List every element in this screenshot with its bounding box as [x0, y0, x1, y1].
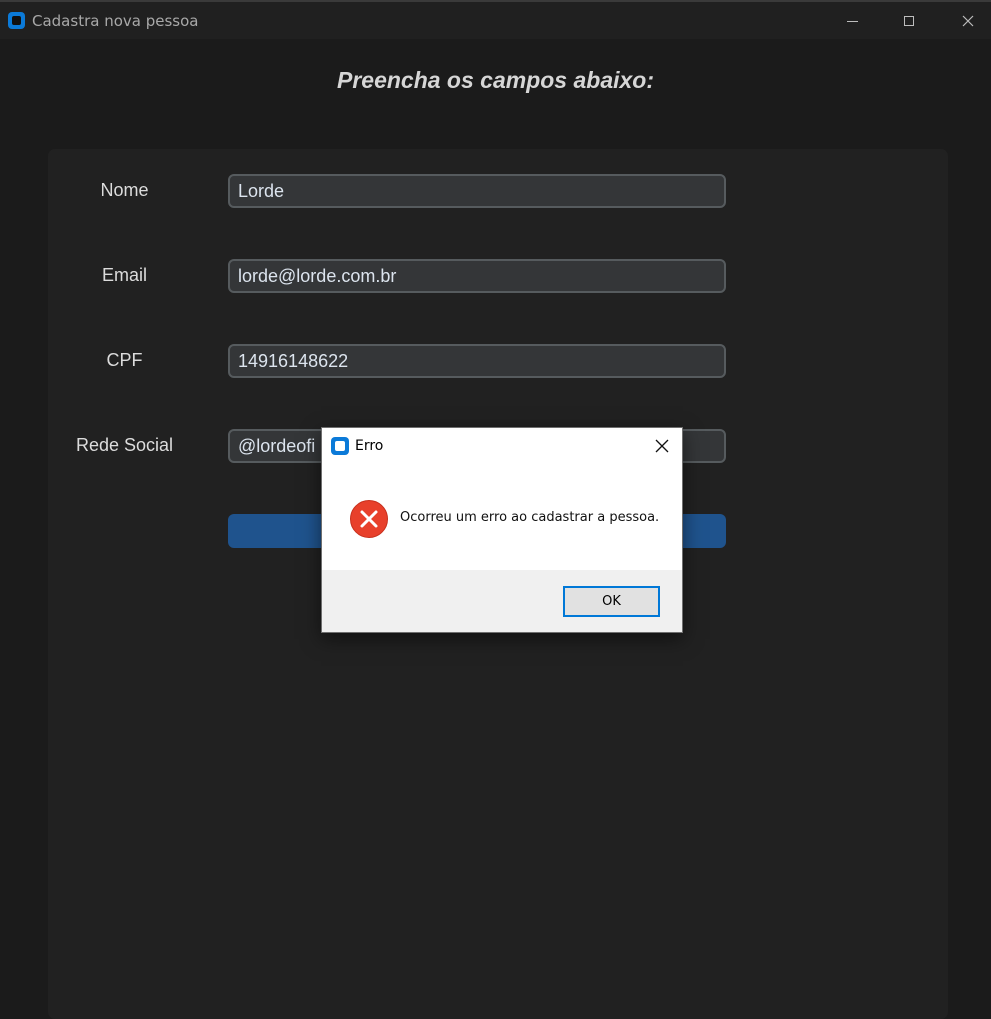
window-title: Cadastra nova pessoa	[32, 12, 199, 30]
close-icon	[655, 439, 669, 453]
cpf-label: CPF	[106, 350, 143, 370]
maximize-icon	[904, 16, 914, 26]
minimize-icon	[846, 20, 858, 22]
minimize-button[interactable]	[829, 4, 875, 38]
email-input[interactable]	[228, 259, 726, 293]
dialog-footer: OK	[322, 570, 682, 632]
email-label: Email	[101, 265, 147, 285]
cpf-input[interactable]	[228, 344, 726, 378]
error-message: Ocorreu um erro ao cadastrar a pessoa.	[400, 510, 660, 525]
window-titlebar: Cadastra nova pessoa	[0, 0, 991, 39]
close-icon	[962, 15, 974, 27]
close-window-button[interactable]	[945, 4, 991, 38]
nome-label: Nome	[100, 180, 149, 200]
dialog-title: Erro	[355, 438, 384, 454]
maximize-button[interactable]	[886, 4, 932, 38]
nome-input[interactable]	[228, 174, 726, 208]
app-icon	[8, 12, 25, 29]
error-icon	[350, 500, 388, 538]
error-dialog: Erro Ocorreu um erro ao cadastrar a pess…	[321, 427, 683, 633]
dialog-app-icon	[331, 437, 349, 455]
rede-social-label: Rede Social	[75, 435, 174, 455]
dialog-close-button[interactable]	[644, 432, 680, 460]
form-heading: Preencha os campos abaixo:	[336, 67, 654, 93]
ok-button[interactable]: OK	[563, 586, 660, 617]
